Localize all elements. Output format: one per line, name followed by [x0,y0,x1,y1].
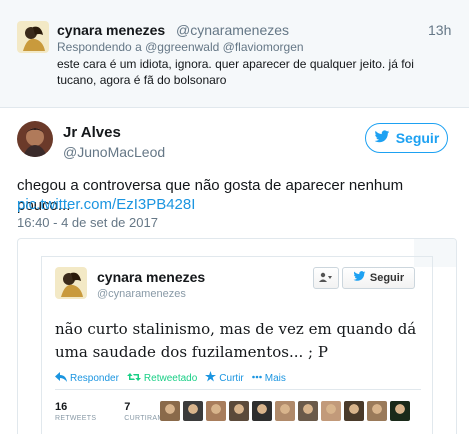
tweet-pic-link[interactable]: pic.twitter.com/EzI3PB428I [17,196,195,213]
embedded-author-name: cynara menezes [97,269,206,285]
retweeter-avatar [160,401,180,421]
attached-image[interactable]: cynara menezes @cynaramenezes Seguir não… [17,238,457,434]
reply-label: Responder [70,372,119,384]
retweet-icon [126,372,141,385]
like-label: Curtir [219,372,244,384]
embedded-action-bar: Responder Retweetado Curtir Mais [55,371,286,385]
embedded-retweeted-action: Retweetado [126,371,198,385]
user-dropdown-icon [319,272,333,285]
likes-count: 7 [124,401,131,413]
embedded-stats: 16 RETWEETS 7 CURTIRAM [55,401,164,422]
reply-author-handle[interactable]: @cynaramenezes [176,22,289,38]
author-avatar[interactable] [17,121,53,157]
follow-label: Seguir [395,130,440,146]
embedded-user-menu-button [313,267,339,289]
embedded-follow-button: Seguir [342,267,415,289]
embedded-reply-action: Responder [55,371,119,385]
retweeter-avatar [321,401,341,421]
embedded-divider [55,389,421,390]
reply-author-name[interactable]: cynara menezes [57,22,165,38]
retweeter-avatar [206,401,226,421]
reply-arrow-icon [55,371,67,385]
retweeter-avatar [275,401,295,421]
retweeter-avatar [298,401,318,421]
embedded-tweet-text: não curto stalinismo, mas de vez em quan… [55,320,417,361]
replying-to: Respondendo a @ggreenwald @flaviomorgen [57,40,304,54]
star-icon [205,371,217,385]
retweeter-avatar [344,401,364,421]
retweets-stat: 16 RETWEETS [55,401,96,422]
reply-tweet: cynara menezes @cynaramenezes 13h Respon… [0,0,469,108]
retweeter-avatar [390,401,410,421]
retweeter-avatar [183,401,203,421]
likes-label: CURTIRAM [124,415,164,422]
embedded-like-action: Curtir [205,371,244,385]
more-dots-icon [251,372,262,385]
replying-prefix: Respondendo a [57,40,142,54]
reply-avatar[interactable] [17,21,49,53]
retweeted-label: Retweetado [143,372,198,384]
embedded-avatar [55,267,87,299]
retweeter-avatar [252,401,272,421]
author-name[interactable]: Jr Alves [63,124,121,141]
author-handle[interactable]: @JunoMacLeod [63,144,165,160]
retweeter-avatar [367,401,387,421]
more-label: Mais [264,372,286,384]
twitter-bird-icon [374,129,390,147]
likes-stat: 7 CURTIRAM [124,401,163,422]
replying-mentions[interactable]: @ggreenwald @flaviomorgen [145,40,303,54]
tweet-timestamp[interactable]: 16:40 - 4 de set de 2017 [17,215,158,230]
retweets-count: 16 [55,401,68,413]
retweets-label: RETWEETS [55,415,97,422]
embedded-more-action: Mais [251,371,286,385]
retweeter-avatar [229,401,249,421]
embedded-follow-label: Seguir [369,272,405,284]
follow-button[interactable]: Seguir [365,123,448,153]
retweeter-avatars [160,401,410,421]
embedded-tweet-card: cynara menezes @cynaramenezes Seguir não… [41,256,433,434]
embedded-twitter-bird-icon [353,271,366,285]
embedded-author-handle: @cynaramenezes [97,288,186,300]
reply-time[interactable]: 13h [428,22,451,38]
reply-text: este cara é um idiota, ignora. quer apar… [57,57,414,87]
